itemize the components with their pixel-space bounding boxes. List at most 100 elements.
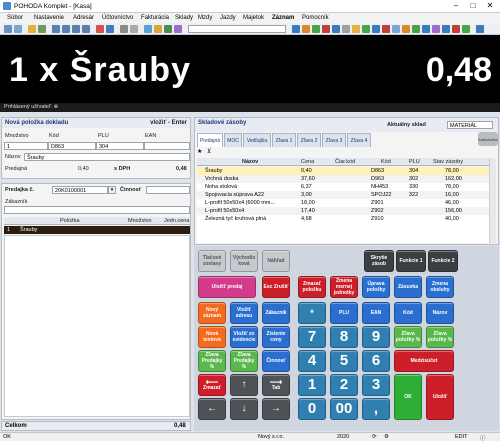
tool-icon-d[interactable]	[322, 25, 330, 33]
subtotal-button[interactable]: Medzisúčet	[394, 350, 454, 372]
print-icon[interactable]	[38, 25, 46, 33]
tab-zlava2[interactable]: Zľava 2	[297, 133, 321, 147]
menu-fakturacia[interactable]: Fakturácia	[141, 15, 169, 21]
insert-address-button[interactable]: Vložiť adresu	[230, 302, 258, 324]
receipt-discount2-button[interactable]: Zľava Predajky %	[230, 350, 258, 372]
delete-item-button[interactable]: Zmazať položku	[298, 276, 326, 298]
item-discount-button[interactable]: Zľava položky %	[394, 326, 422, 348]
tool-icon-b[interactable]	[302, 25, 310, 33]
change-operator-button[interactable]: Zmena obsluhy	[426, 276, 454, 298]
table-row[interactable]: Noha stolová 6,37 NH453 330 78,00	[197, 183, 489, 191]
key-5[interactable]: 5	[330, 350, 358, 372]
tab-moc[interactable]: MOC	[224, 133, 242, 147]
new-text-button[interactable]: Nová textová	[198, 326, 226, 348]
table-row[interactable]: 1 Šrauby	[4, 226, 190, 234]
new-icon[interactable]	[4, 25, 12, 33]
functions1-button[interactable]: Funkcie 1	[396, 250, 426, 272]
paste-icon[interactable]	[130, 25, 138, 33]
filter-icon[interactable]	[144, 25, 152, 33]
insert-from-list-button[interactable]: Vložiť zo evidencie	[230, 326, 258, 348]
menu-uctovnictvo[interactable]: Účtovníctvo	[102, 15, 133, 21]
print-reports-button[interactable]: Tlačové zostavy	[198, 250, 226, 272]
tool-icon-h[interactable]	[362, 25, 370, 33]
menu-adresar[interactable]: Adresár	[73, 15, 94, 21]
tool-icon-n[interactable]	[422, 25, 430, 33]
table-row[interactable]: Šrauby 0,40 D863 304 78,00	[197, 167, 489, 175]
open-icon[interactable]	[14, 25, 22, 33]
price-check-button[interactable]: Zistenie ceny	[262, 326, 290, 348]
key-6[interactable]: 6	[362, 350, 390, 372]
save-sale-button[interactable]: Uložiť predaj	[198, 276, 256, 298]
key-9[interactable]: 9	[362, 326, 390, 348]
customer-button[interactable]: Zákazník	[262, 302, 290, 324]
menu-nastavenie[interactable]: Nastavenie	[34, 15, 64, 21]
search-icon[interactable]	[154, 25, 162, 33]
tool-icon-f[interactable]	[342, 25, 350, 33]
menu-subor[interactable]: Súbor	[7, 15, 23, 21]
key-3[interactable]: 3	[362, 374, 390, 396]
key-8[interactable]: 8	[330, 326, 358, 348]
ean-button[interactable]: EAN	[362, 302, 390, 324]
menu-jazdy[interactable]: Jazdy	[220, 15, 236, 21]
key-00[interactable]: 00	[330, 398, 358, 420]
key-4[interactable]: 4	[298, 350, 326, 372]
key-1[interactable]: 1	[298, 374, 326, 396]
functions2-button[interactable]: Funkcie 2	[428, 250, 458, 272]
plu-input[interactable]: 304	[96, 142, 144, 150]
tool-icon-k[interactable]	[392, 25, 400, 33]
item-discount2-button[interactable]: Zľava položky %	[426, 326, 454, 348]
tool-icon-g[interactable]	[352, 25, 360, 33]
ean-input[interactable]	[144, 142, 190, 150]
table-row[interactable]: L-profil 50x50x4 17,40 Z902 156,00	[197, 207, 489, 215]
tab-zlava3[interactable]: Zľava 3	[322, 133, 346, 147]
delete-key[interactable]: ⟵ Zmazať	[198, 374, 226, 396]
menu-mzdy[interactable]: Mzdy	[198, 15, 212, 21]
tool-icon-i[interactable]	[372, 25, 380, 33]
copy-icon[interactable]	[120, 25, 128, 33]
menu-zaznam[interactable]: Záznam	[272, 15, 294, 21]
save-button[interactable]: Uložiť	[426, 374, 454, 420]
filter-icon[interactable]: ⊻	[207, 148, 215, 156]
plu-button[interactable]: PLU	[330, 302, 358, 324]
key-0[interactable]: 0	[298, 398, 326, 420]
key-2[interactable]: 2	[330, 374, 358, 396]
activity-button[interactable]: Činnosť	[262, 350, 290, 372]
qty-input[interactable]: 1	[4, 142, 48, 150]
first-icon[interactable]	[52, 25, 60, 33]
menu-pomocnik[interactable]: Pomocník	[302, 15, 329, 21]
close-button[interactable]: ✕	[482, 0, 498, 12]
warehouse-select[interactable]: MATERIÁL	[447, 121, 493, 129]
esc-cancel-button[interactable]: Esc Zrušiť	[262, 276, 290, 298]
prev-icon[interactable]	[62, 25, 70, 33]
receipt-discount-button[interactable]: Zľava Predajky %	[198, 350, 226, 372]
code-button[interactable]: Kód	[394, 302, 422, 324]
calculator-button[interactable]: Kalkulačka	[478, 132, 498, 146]
refresh-icon[interactable]	[164, 25, 172, 33]
arrow-right-icon[interactable]: →	[262, 398, 290, 420]
tools-icon[interactable]	[174, 25, 182, 33]
menu-majetok[interactable]: Majetok	[243, 15, 264, 21]
arrow-up-icon[interactable]: ↑	[230, 374, 258, 396]
tool-icon-e[interactable]	[332, 25, 340, 33]
minimize-button[interactable]: –	[448, 0, 464, 12]
save-icon[interactable]	[106, 25, 114, 33]
tab-key[interactable]: ⟶ Tab	[262, 374, 290, 396]
tool-icon-a[interactable]	[292, 25, 300, 33]
table-row[interactable]: Spojovacia súprava A22 3,00 SPOJ22 322 1…	[197, 191, 489, 199]
receipt-dropdown-icon[interactable]: ▾	[108, 186, 116, 194]
receipt-number[interactable]: 20K0100001	[52, 186, 108, 194]
tab-zlava4[interactable]: Zľava 4	[347, 133, 371, 147]
name-button[interactable]: Názov	[426, 302, 454, 324]
change-unit-button[interactable]: Zmena mernej jednotky	[330, 276, 358, 298]
drawer-button[interactable]: Zásuvka	[394, 276, 422, 298]
tool-icon-j[interactable]	[382, 25, 390, 33]
key-7[interactable]: 7	[298, 326, 326, 348]
table-row[interactable]: Vrchná doska 37,60 D963 302 162,00	[197, 175, 489, 183]
arrow-left-key-icon[interactable]: ←	[198, 398, 226, 420]
star-icon[interactable]: ★	[197, 148, 205, 156]
tool-icon-p[interactable]	[442, 25, 450, 33]
next-icon[interactable]	[72, 25, 80, 33]
tool-icon-l[interactable]	[402, 25, 410, 33]
maximize-button[interactable]: □	[465, 0, 481, 12]
default-button[interactable]: Východis ková	[230, 250, 258, 272]
